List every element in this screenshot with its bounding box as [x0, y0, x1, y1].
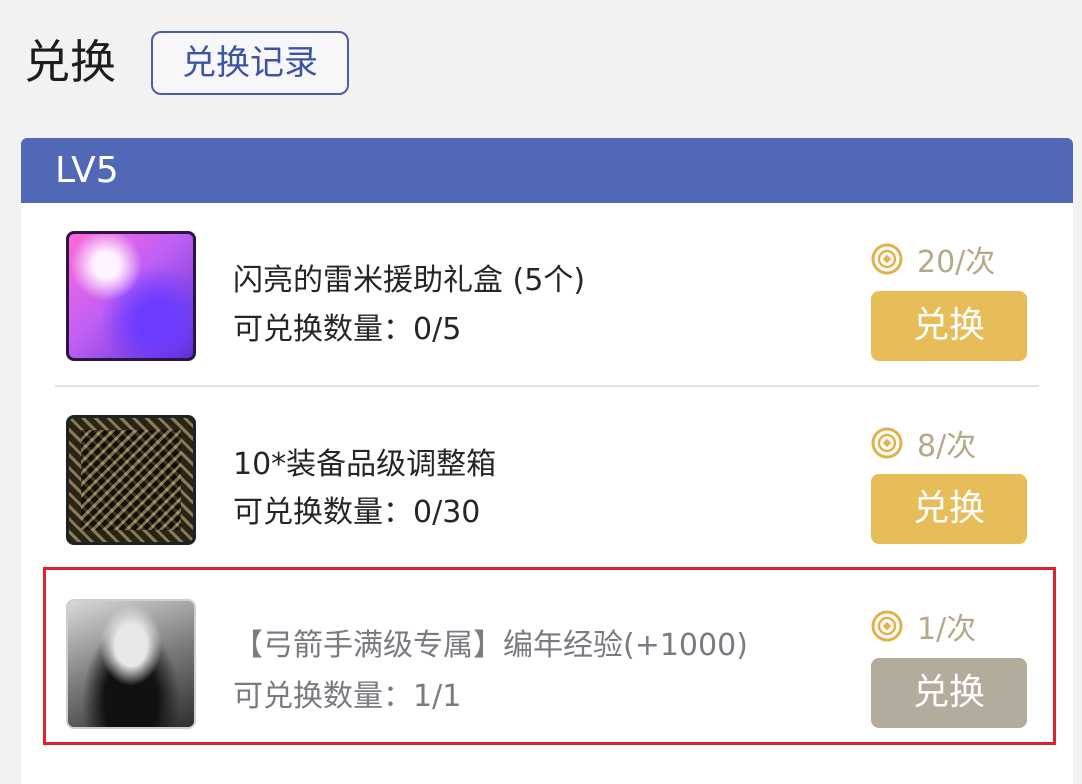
item-quantity: 可兑换数量：0/5 — [233, 312, 462, 347]
coin-icon — [871, 243, 903, 275]
exchange-item-equipment-box: 10*装备品级调整箱 可兑换数量：0/30 8/次 兑换 — [21, 387, 1073, 570]
item-thumbnail — [66, 231, 196, 361]
coin-icon — [871, 427, 903, 459]
page-title: 兑换 — [24, 35, 116, 89]
exchange-history-button[interactable]: 兑换记录 — [151, 31, 349, 95]
item-thumbnail — [66, 415, 196, 545]
highlight-box — [43, 567, 1056, 745]
item-name: 闪亮的雷米援助礼盒 (5个) — [233, 263, 586, 298]
item-price: 20/次 — [871, 237, 995, 281]
item-price: 8/次 — [871, 421, 976, 465]
exchange-item-gift-box: 闪亮的雷米援助礼盒 (5个) 可兑换数量：0/5 20/次 兑换 — [21, 203, 1073, 386]
price-text: 20/次 — [917, 245, 996, 280]
redeem-button[interactable]: 兑换 — [871, 291, 1027, 361]
price-text: 8/次 — [917, 429, 977, 464]
level-label: LV5 — [55, 150, 119, 191]
item-quantity: 可兑换数量：0/30 — [233, 495, 481, 530]
level-header: LV5 — [21, 138, 1073, 203]
item-name: 10*装备品级调整箱 — [233, 447, 497, 482]
redeem-button[interactable]: 兑换 — [871, 474, 1027, 544]
